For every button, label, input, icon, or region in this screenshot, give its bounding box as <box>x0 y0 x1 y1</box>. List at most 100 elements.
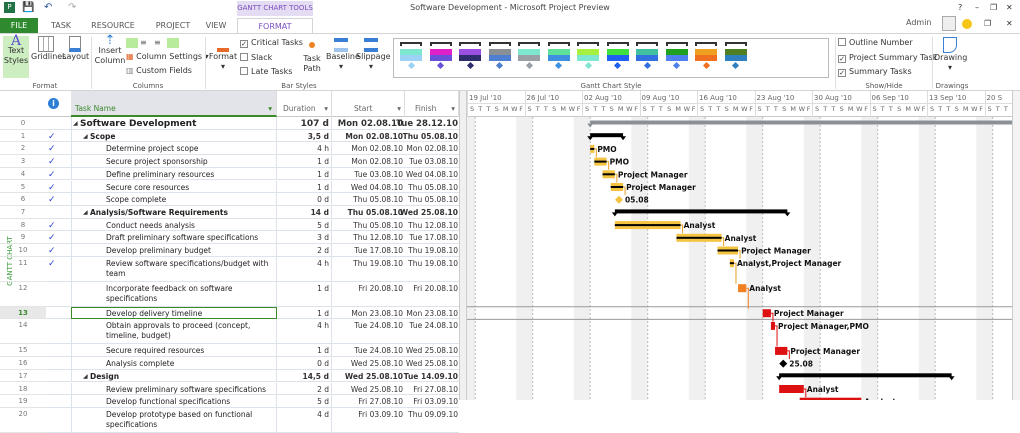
table-row[interactable]: ✓ ◢ Scope 3,5 d Mon 02.08.10 Thu 05.08.10 <box>46 129 459 143</box>
table-row[interactable]: ✓ Review software specifications/budget w… <box>46 256 459 282</box>
task-name-cell[interactable]: Secure core resources <box>71 180 277 194</box>
layout-button[interactable]: Layout <box>62 36 89 62</box>
table-row[interactable]: ◢ Design 14,5 d Wed 25.08.10 Tue 14.09.10 <box>46 369 459 383</box>
task-start[interactable]: Wed 25.08.10 <box>351 383 403 394</box>
critical-tasks-checkbox[interactable]: ✓ Critical Tasks <box>240 38 303 48</box>
task-name-cell[interactable]: Incorporate feedback on software specifi… <box>71 281 277 307</box>
progress-bar[interactable] <box>594 160 607 163</box>
row-number[interactable]: 0 <box>0 117 46 130</box>
summary-tasks-checkbox[interactable]: ✓ Summary Tasks <box>838 67 912 77</box>
row-number[interactable]: 19 <box>0 395 46 408</box>
row-number[interactable]: 10 <box>0 244 46 257</box>
task-finish[interactable]: Thu 05.08.10 <box>408 181 458 192</box>
row-number[interactable]: 16 <box>0 357 46 370</box>
column-header-task-name[interactable]: Task Name ▾ <box>71 91 277 117</box>
task-finish[interactable]: Thu 05.08.10 <box>403 130 458 141</box>
gantt-style-swatch[interactable] <box>695 42 717 74</box>
drawing-button[interactable]: Drawing ▾ <box>934 37 967 73</box>
row-number[interactable]: 20 <box>0 408 46 433</box>
task-name-cell[interactable]: Develop prototype based on functional sp… <box>71 407 277 433</box>
task-name-cell[interactable]: Obtain approvals to proceed (concept, ti… <box>71 319 277 345</box>
table-row[interactable]: Obtain approvals to proceed (concept, ti… <box>46 319 459 345</box>
align-right-button[interactable]: ≡ <box>154 38 161 47</box>
filter-dropdown-icon[interactable]: ▾ <box>451 104 455 113</box>
table-row[interactable]: ✓ Draft preliminary software specificatio… <box>46 231 459 244</box>
gridlines-button[interactable]: Gridlines <box>31 36 66 62</box>
task-name-cell[interactable]: Develop delivery timeline <box>71 306 277 320</box>
row-number[interactable]: 15 <box>0 344 46 358</box>
row-number[interactable]: 8 <box>0 219 46 232</box>
tab-view[interactable]: VIEW <box>200 18 232 33</box>
help-button[interactable]: ? <box>958 3 962 12</box>
gantt-style-swatch[interactable] <box>547 42 570 74</box>
bar-format-button[interactable]: Format ▾ <box>208 40 238 72</box>
task-finish[interactable]: Wed 25.08.10 <box>400 206 458 217</box>
task-finish[interactable]: Wed 25.08.10 <box>406 344 458 355</box>
table-row[interactable]: ✓ Define preliminary resources 1 d Tue 03.0… <box>46 167 459 181</box>
task-finish[interactable]: Mon 02.08.10 <box>406 142 458 153</box>
task-name-cell[interactable]: Review software specifications/budget wi… <box>71 256 277 282</box>
task-start[interactable]: Thu 05.08.10 <box>348 206 403 217</box>
task-start[interactable]: Tue 24.08.10 <box>354 344 403 355</box>
task-name-cell[interactable]: ◢ Design <box>71 369 277 383</box>
task-name-cell[interactable]: ◢ Scope <box>71 129 277 143</box>
gantt-style-swatch[interactable] <box>577 42 599 74</box>
task-finish[interactable]: Tue 14.09.10 <box>404 370 458 381</box>
slack-checkbox[interactable]: Slack <box>240 53 272 63</box>
row-number[interactable]: 5 <box>0 181 46 194</box>
task-name-cell[interactable]: Develop preliminary budget <box>71 244 277 257</box>
tab-project[interactable]: PROJECT <box>150 18 196 33</box>
task-path-button[interactable]: Task Path <box>298 40 326 74</box>
task-name-cell[interactable]: Define preliminary resources <box>71 167 277 181</box>
collapse-triangle-icon[interactable]: ◢ <box>83 206 88 216</box>
gantt-style-swatch[interactable] <box>459 42 481 74</box>
collapse-triangle-icon[interactable]: ◢ <box>83 370 88 380</box>
filter-dropdown-icon[interactable]: ▾ <box>268 104 272 113</box>
wrap-text-button[interactable] <box>167 38 179 48</box>
task-bar[interactable] <box>770 321 776 330</box>
project-summary-task-checkbox[interactable]: ✓ Project Summary Task <box>838 53 937 63</box>
task-finish[interactable]: Tue 17.08.10 <box>409 231 458 242</box>
progress-bar[interactable] <box>729 262 734 265</box>
progress-bar[interactable] <box>602 173 615 176</box>
column-settings-button[interactable]: ▦ Column Settings ▾ <box>126 52 209 62</box>
task-name-cell[interactable]: Draft preliminary software specification… <box>71 231 277 244</box>
row-number[interactable]: 3 <box>0 155 46 168</box>
row-number[interactable]: 14 <box>0 319 46 345</box>
task-start[interactable]: Thu 12.08.10 <box>353 231 403 242</box>
task-name-cell[interactable]: Review preliminary software specificatio… <box>71 382 277 396</box>
gantt-style-swatch[interactable] <box>636 42 658 74</box>
gantt-style-swatch[interactable] <box>606 42 629 74</box>
task-start[interactable]: Mon 02.08.10 <box>351 142 403 153</box>
collapse-triangle-icon[interactable]: ◢ <box>73 117 78 127</box>
progress-bar[interactable] <box>676 236 722 239</box>
table-row[interactable]: Analysis complete 0 d Wed 25.08.10 Wed 25.0… <box>46 357 459 370</box>
task-start[interactable]: Thu 05.08.10 <box>353 219 403 230</box>
task-name-cell[interactable]: Conduct needs analysis <box>71 218 277 232</box>
close-button[interactable]: ✕ <box>1006 3 1013 12</box>
task-finish[interactable]: Thu 19.08.10 <box>408 257 458 268</box>
task-start[interactable]: Fri 20.08.10 <box>358 282 403 293</box>
table-row[interactable]: Incorporate feedback on software specifi… <box>46 281 459 307</box>
avatar[interactable] <box>942 16 956 31</box>
doc-restore-button[interactable]: ❐ <box>984 19 991 28</box>
task-bar[interactable] <box>738 284 747 293</box>
task-name-cell[interactable]: Scope complete <box>71 193 277 206</box>
progress-bar[interactable] <box>614 224 681 227</box>
maximize-button[interactable]: ❐ <box>990 3 997 12</box>
row-number[interactable]: 9 <box>0 231 46 244</box>
summary-bar[interactable] <box>614 209 788 214</box>
task-start[interactable]: Wed 04.08.10 <box>351 181 403 192</box>
task-finish[interactable]: Fri 03.09.10 <box>413 395 458 406</box>
progress-bar[interactable] <box>590 147 595 150</box>
align-center-button[interactable]: ≡ <box>140 38 147 47</box>
gantt-style-swatch[interactable] <box>400 42 422 74</box>
task-start[interactable]: Mon 02.08.10 <box>345 130 403 141</box>
task-start[interactable]: Fri 03.09.10 <box>358 408 403 419</box>
task-start[interactable]: Mon 02.08.10 <box>338 117 403 129</box>
task-start[interactable]: Thu 05.08.10 <box>353 193 403 204</box>
table-row[interactable]: ✓ Determine project scope 4 h Mon 02.08.10 M… <box>46 142 459 156</box>
row-number[interactable]: 13 <box>0 306 46 320</box>
task-start[interactable]: Tue 24.08.10 <box>354 319 403 330</box>
smiley-feedback-icon[interactable] <box>962 19 972 29</box>
